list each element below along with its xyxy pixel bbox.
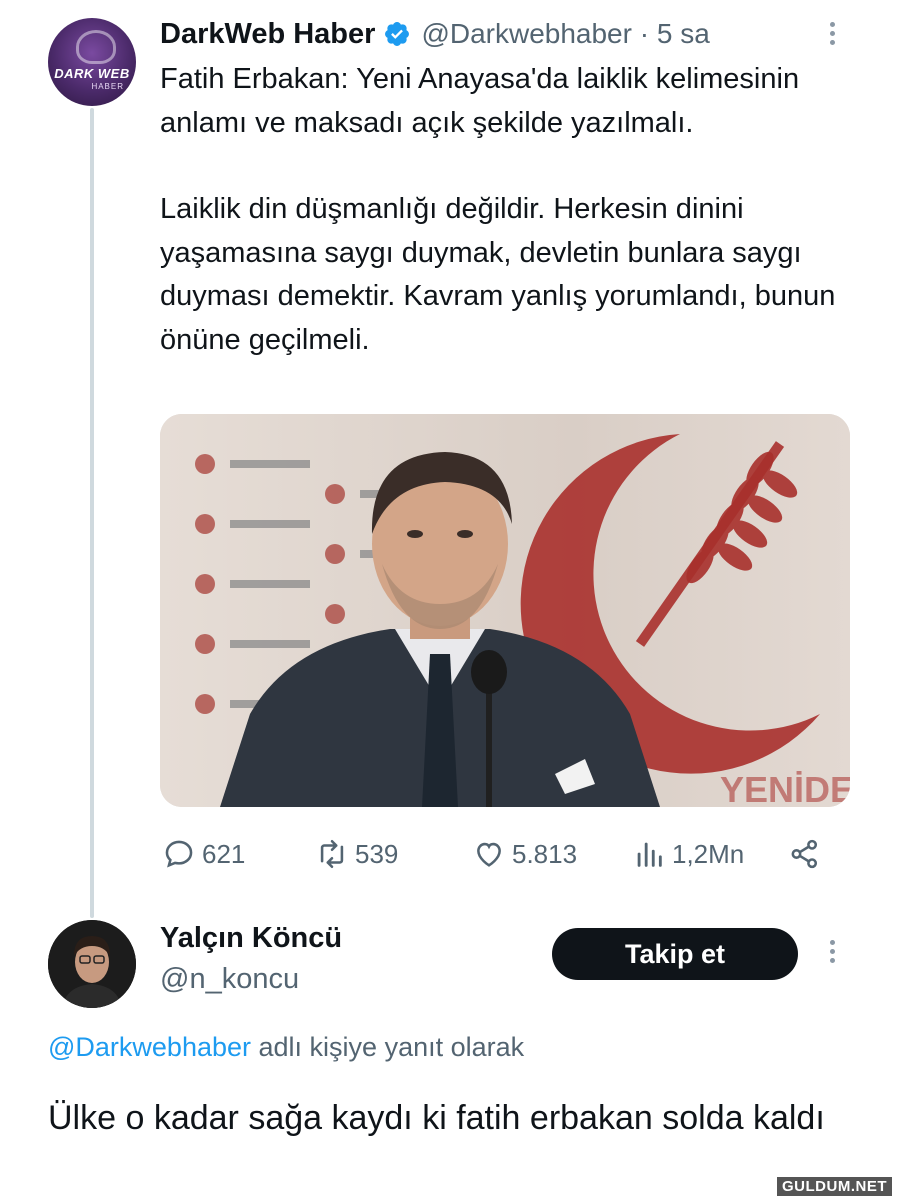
avatar-photo: [48, 920, 136, 1008]
reply-text: Ülke o kadar sağa kaydı ki fatih erbakan…: [48, 1099, 825, 1137]
retweet-count: 539: [355, 838, 399, 869]
reply-author-handle[interactable]: @n_koncu: [160, 963, 299, 996]
tweet-paragraph: Fatih Erbakan: Yeni Anayasa'da laiklik k…: [160, 63, 800, 139]
avatar-logo-subtext: HABER: [91, 82, 124, 91]
avatar-logo-text: DARK WEB: [54, 66, 130, 81]
tweet-time[interactable]: 5 sa: [657, 18, 710, 49]
retweet-icon: [320, 839, 344, 869]
tweet-paragraph: Laiklik din düşmanlığı değildir. Herkesi…: [160, 193, 836, 356]
thread-connector-line: [90, 108, 94, 918]
retweet-action[interactable]: 539: [315, 837, 398, 871]
author-avatar[interactable]: DARK WEB HABER: [48, 18, 136, 106]
bar-chart-icon: [637, 842, 662, 867]
author-handle[interactable]: @Darkwebhaber: [421, 18, 632, 49]
reply-action[interactable]: 621: [162, 837, 245, 871]
speech-bubble-icon: [165, 840, 193, 868]
backdrop-text: YENİDEN REFAH: [720, 769, 850, 807]
photo-illustration: YENİDEN REFAH: [160, 414, 850, 807]
more-vertical-icon[interactable]: [822, 936, 842, 970]
author-name[interactable]: DarkWeb Haber: [160, 18, 375, 51]
verified-badge-icon: [383, 20, 411, 48]
tweet-header: DarkWeb Haber @Darkwebhaber · 5 sa: [160, 14, 860, 54]
like-action[interactable]: 5.813: [472, 837, 577, 871]
tweet-text: Fatih Erbakan: Yeni Anayasa'da laiklik k…: [160, 58, 860, 362]
reply-author-name[interactable]: Yalçın Köncü: [160, 922, 342, 955]
replying-to-mention[interactable]: @Darkwebhaber: [48, 1032, 251, 1062]
view-count: 1,2Mn: [672, 838, 745, 869]
views-action[interactable]: 1,2Mn: [632, 837, 744, 871]
like-count: 5.813: [512, 838, 578, 869]
handle-and-time: @Darkwebhaber · 5 sa: [421, 18, 709, 50]
tweet-actions-bar: 621 539 5.813 1,2Mn: [160, 830, 850, 878]
share-icon: [791, 839, 818, 869]
site-watermark: GULDUM.NET: [777, 1177, 892, 1196]
reply-author-avatar[interactable]: [48, 920, 136, 1008]
separator-dot: ·: [639, 18, 650, 49]
more-vertical-icon[interactable]: [822, 18, 842, 52]
replying-to-suffix: adlı kişiye yanıt olarak: [251, 1032, 525, 1062]
share-action[interactable]: [788, 837, 822, 871]
replying-to-line: @Darkwebhaber adlı kişiye yanıt olarak: [48, 1032, 524, 1063]
logo-mark: [76, 30, 116, 64]
heart-icon: [477, 842, 501, 867]
tweet-photo[interactable]: YENİDEN REFAH: [160, 414, 850, 807]
follow-button[interactable]: Takip et: [552, 928, 798, 980]
reply-count: 621: [202, 838, 246, 869]
